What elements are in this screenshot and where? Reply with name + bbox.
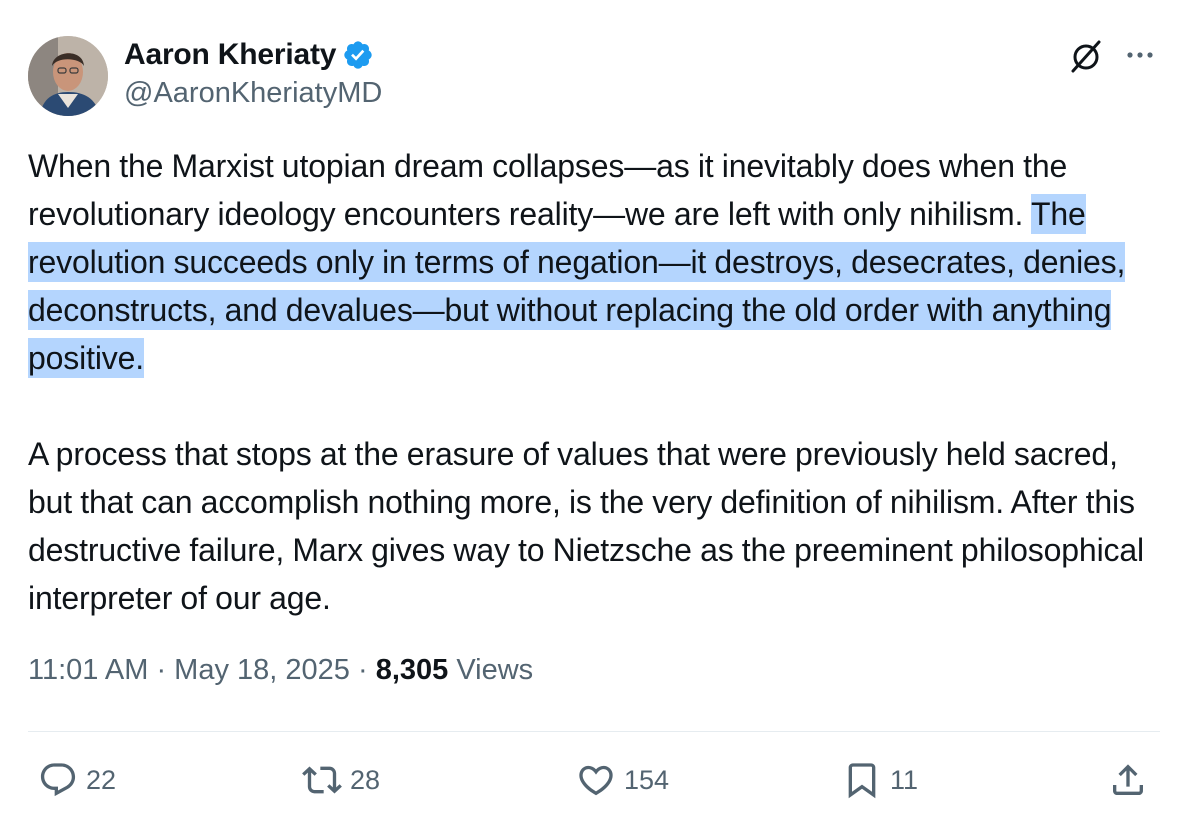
- meta-separator: ·: [148, 654, 175, 686]
- tweet-paragraph-1: When the Marxist utopian dream collapses…: [28, 142, 1168, 382]
- tweet-text-plain: When the Marxist utopian dream collapses…: [28, 148, 1068, 232]
- repost-button[interactable]: 28: [302, 760, 380, 800]
- tweet-paragraph-2: A process that stops at the erasure of v…: [28, 436, 1144, 616]
- views-count: 8,305: [375, 654, 449, 686]
- repost-count: 28: [350, 764, 381, 795]
- reply-count: 22: [86, 764, 117, 795]
- tweet-date[interactable]: May 18, 2025: [174, 654, 350, 686]
- author-name-row[interactable]: Aaron Kheriaty: [124, 36, 374, 74]
- bookmark-button[interactable]: 11: [842, 760, 918, 800]
- verified-badge-icon: [344, 41, 372, 69]
- tweet-meta: 11:01 AM · May 18, 2025 · 8,305 Views: [28, 654, 533, 687]
- reply-button[interactable]: 22: [38, 760, 116, 800]
- more-icon[interactable]: [1122, 40, 1158, 70]
- grok-icon[interactable]: [1068, 38, 1104, 74]
- repost-icon: [302, 766, 342, 794]
- divider: [28, 731, 1160, 732]
- views-label: Views: [448, 654, 534, 686]
- share-icon: [1113, 764, 1143, 795]
- bookmark-count: 11: [890, 764, 919, 795]
- like-count: 154: [624, 764, 670, 795]
- tweet-time[interactable]: 11:01 AM: [28, 654, 148, 686]
- share-button[interactable]: [1108, 760, 1148, 800]
- avatar[interactable]: [28, 36, 108, 116]
- meta-separator: ·: [349, 654, 376, 686]
- bookmark-icon: [848, 763, 876, 799]
- author-display-name[interactable]: Aaron Kheriaty: [124, 38, 336, 72]
- like-icon: [579, 765, 613, 796]
- reply-icon: [40, 763, 76, 797]
- like-button[interactable]: 154: [576, 760, 669, 800]
- tweet-text: When the Marxist utopian dream collapses…: [28, 142, 1168, 622]
- author-handle[interactable]: @AaronKheriatyMD: [124, 77, 382, 110]
